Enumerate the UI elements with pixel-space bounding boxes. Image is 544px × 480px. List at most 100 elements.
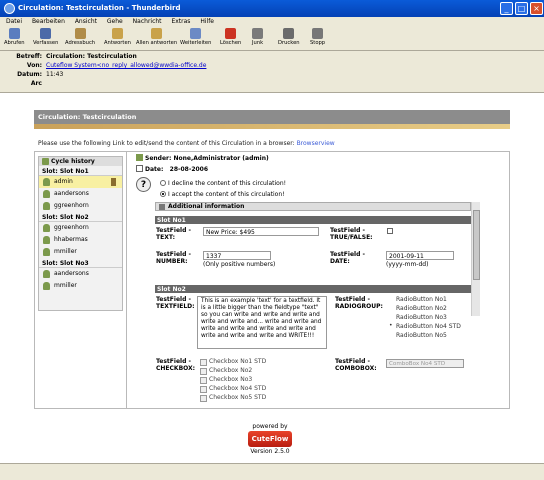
history-user-admin[interactable]: admin xyxy=(39,176,122,188)
junk-icon xyxy=(252,28,264,39)
menu-datei[interactable]: Datei xyxy=(6,18,22,25)
textfield-textarea[interactable]: This is an example 'text' for a textfiel… xyxy=(197,296,327,349)
maximize-button[interactable]: □ xyxy=(515,2,528,15)
radio-option[interactable]: RadioButton No5 xyxy=(388,332,461,341)
user-icon xyxy=(43,190,50,198)
from-link[interactable]: Cuteflow System<no_reply_allowed@wwdia-o… xyxy=(46,62,206,69)
info-icon xyxy=(159,204,165,210)
date-hint: (yyyy-mm-dd) xyxy=(386,261,429,268)
radio-option[interactable]: RadioButton No2 xyxy=(388,305,461,314)
from-row: Von: Cuteflow System<no_reply_allowed@wwd… xyxy=(26,62,207,69)
menu-nachricht[interactable]: Nachricht xyxy=(133,18,162,25)
window-titlebar: Circulation: Testcirculation - Thunderbi… xyxy=(0,0,544,17)
history-user[interactable]: hhabermas xyxy=(39,234,122,246)
checkbox-option[interactable]: Checkbox No3 xyxy=(200,376,266,385)
number-field-input[interactable]: 1337 xyxy=(203,251,271,260)
delete-button[interactable]: Löschen xyxy=(220,28,241,46)
radiogroup-options: RadioButton No1 RadioButton No2 RadioBut… xyxy=(388,296,461,341)
accept-radio[interactable] xyxy=(160,191,166,197)
title-accent-bar xyxy=(34,124,510,129)
history-user[interactable]: aandersons xyxy=(39,268,122,280)
menu-bar: Datei Bearbeiten Ansicht Gehe Nachricht … xyxy=(0,17,544,27)
checkbox-option[interactable]: Checkbox No1 STD xyxy=(200,358,266,367)
menu-extras[interactable]: Extras xyxy=(171,18,190,25)
panel-scrollbar[interactable] xyxy=(471,202,480,316)
question-icon: ? xyxy=(136,177,151,192)
decline-radio[interactable] xyxy=(160,180,166,186)
radio-option[interactable]: RadioButton No1 xyxy=(388,296,461,305)
sender-line: Sender: None,Administrator (admin) xyxy=(136,154,269,162)
compose-button[interactable]: Verfassen xyxy=(33,28,58,46)
date-field-input[interactable]: 2001-09-11 xyxy=(386,251,454,260)
forward-button[interactable]: Weiterleiten xyxy=(180,28,211,46)
browserview-link[interactable]: Browserview xyxy=(297,140,335,147)
number-field-label: TestField - NUMBER: xyxy=(156,251,191,265)
reply-all-icon xyxy=(151,28,163,39)
slot2-header: Slot No2 xyxy=(155,285,471,293)
compose-icon xyxy=(40,28,52,39)
cycle-history-panel: Cycle history Slot: Slot No1 admin aande… xyxy=(38,156,123,311)
checkbox-option[interactable]: Checkbox No2 xyxy=(200,367,266,376)
accept-option[interactable]: I accept the content of this circulation… xyxy=(160,191,285,198)
delete-icon xyxy=(225,28,237,39)
stop-icon xyxy=(312,28,324,39)
user-icon xyxy=(43,178,50,186)
combobox-select[interactable]: ComboBox No4 STD xyxy=(386,359,464,368)
forward-icon xyxy=(190,28,202,39)
junk-button[interactable]: Junk xyxy=(252,28,263,46)
window-title: Circulation: Testcirculation - Thunderbi… xyxy=(18,4,181,12)
close-button[interactable]: × xyxy=(530,2,543,15)
menu-bearbeiten[interactable]: Bearbeiten xyxy=(32,18,65,25)
print-button[interactable]: Drucken xyxy=(278,28,300,46)
history-user[interactable]: mmiller xyxy=(39,246,122,258)
hourglass-icon xyxy=(111,178,116,186)
number-hint: (Only positive numbers) xyxy=(203,261,276,268)
minimize-button[interactable]: _ xyxy=(500,2,513,15)
history-user[interactable]: mmiller xyxy=(39,280,122,292)
reply-all-button[interactable]: Allen antworten xyxy=(136,28,177,46)
address-book-icon xyxy=(74,28,86,39)
reply-button[interactable]: Antworten xyxy=(104,28,131,46)
checkbox-options: Checkbox No1 STD Checkbox No2 Checkbox N… xyxy=(200,358,266,403)
menu-ansicht[interactable]: Ansicht xyxy=(75,18,97,25)
radiogroup-label: TestField - RADIOGROUP: xyxy=(335,296,383,310)
checkbox-option[interactable]: Checkbox No4 STD xyxy=(200,385,266,394)
message-headers: Betreff: Circulation: Testcirculation Von… xyxy=(0,51,544,93)
scrollbar-thumb[interactable] xyxy=(473,210,480,280)
cuteflow-logo: CuteFlow xyxy=(248,431,292,447)
stop-button[interactable]: Stopp xyxy=(310,28,325,46)
reply-icon xyxy=(111,28,123,39)
get-mail-icon xyxy=(8,28,20,39)
toolbar: Abrufen Verfassen Adressbuch Antworten A… xyxy=(0,27,544,51)
radio-option-selected[interactable]: RadioButton No4 STD xyxy=(388,322,461,332)
version-text: Version 2.5.0 xyxy=(250,448,290,455)
status-bar xyxy=(0,463,544,480)
date-line: Date: 28-08-2006 xyxy=(136,165,208,173)
text-field-input[interactable]: New Price: $495 xyxy=(203,227,319,236)
arc-row: Arc xyxy=(30,80,42,87)
truefalse-checkbox[interactable] xyxy=(387,228,393,234)
slot-heading: Slot: Slot No3 xyxy=(39,258,122,268)
thunderbird-icon xyxy=(4,3,15,14)
circulation-title: Circulation: Testcirculation xyxy=(34,110,510,124)
truefalse-field-label: TestField - TRUE/FALSE: xyxy=(330,227,373,241)
history-user[interactable]: ggreenhorn xyxy=(39,200,122,212)
slot-heading: Slot: Slot No1 xyxy=(39,166,122,176)
radio-option[interactable]: RadioButton No3 xyxy=(388,314,461,323)
history-user[interactable]: ggreenhorn xyxy=(39,222,122,234)
menu-gehe[interactable]: Gehe xyxy=(107,18,123,25)
user-icon xyxy=(43,202,50,210)
text-field-label: TestField - TEXT: xyxy=(156,227,191,241)
address-book-button[interactable]: Adressbuch xyxy=(65,28,95,46)
user-icon xyxy=(43,236,50,244)
checkbox-option[interactable]: Checkbox No5 STD xyxy=(200,394,266,403)
additional-info-header: Additional information xyxy=(155,202,471,211)
powered-by-text: powered by xyxy=(252,423,288,430)
decline-option[interactable]: I decline the content of this circulatio… xyxy=(160,180,286,187)
history-user[interactable]: aandersons xyxy=(39,188,122,200)
date-field-label: TestField - DATE: xyxy=(330,251,365,265)
user-icon xyxy=(43,282,50,290)
get-mail-button[interactable]: Abrufen xyxy=(4,28,25,46)
user-icon xyxy=(43,270,50,278)
menu-hilfe[interactable]: Hilfe xyxy=(200,18,214,25)
